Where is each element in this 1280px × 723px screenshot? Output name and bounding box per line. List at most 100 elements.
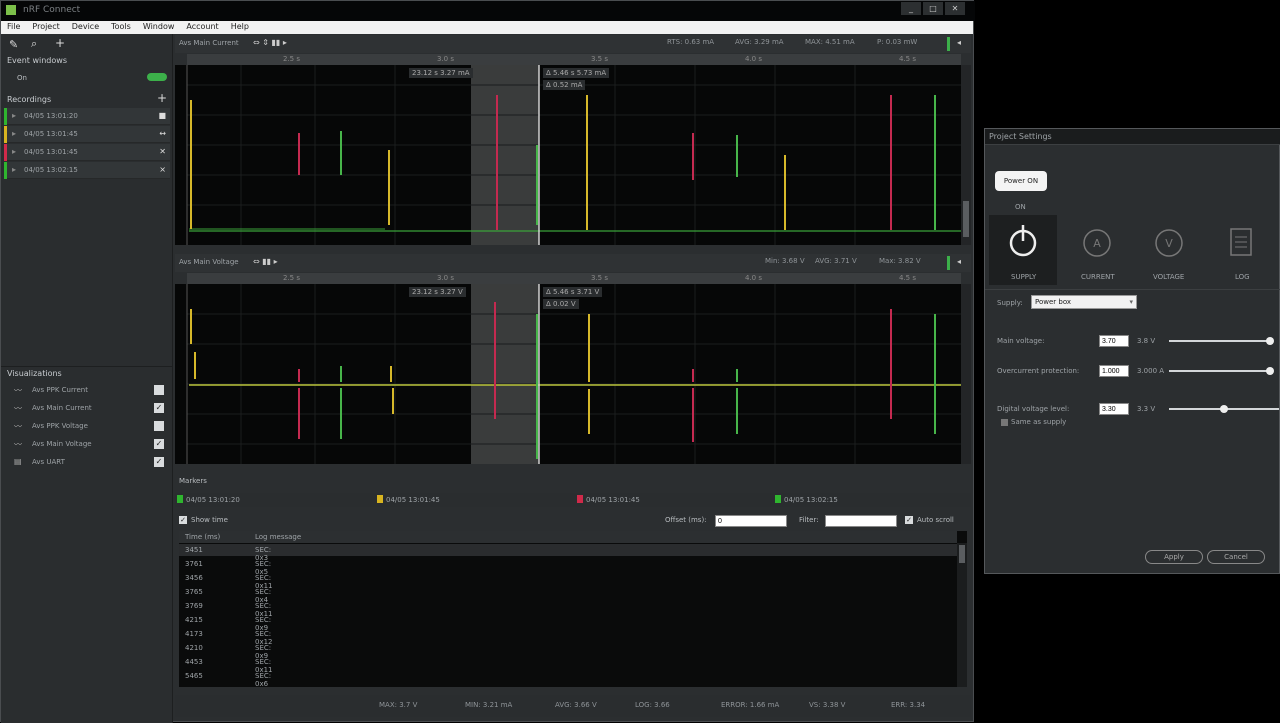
overcurrent-slider[interactable] [1169,370,1271,372]
log-row[interactable]: 4210 SEC: 0x9 [185,644,271,660]
current-plot[interactable]: 23.12 s 3.27 mA Δ 5.46 s 5.73 mA Δ 0.52 … [175,65,961,245]
digital-voltage-knob[interactable] [1220,405,1228,413]
add-recording-icon[interactable]: + [157,91,167,105]
recording-tab[interactable]: 04/05 13:01:45 [377,495,440,504]
mode-voltage[interactable]: V VOLTAGE [1135,215,1203,285]
left-panel: ✎ ⌕ + Event windows On Recordings + ▸ 04/… [1,34,173,723]
log-row[interactable]: 3456 SEC: 0x11 [185,574,273,590]
crosshair-icon[interactable]: + [55,36,65,50]
visualization-checkbox[interactable] [154,385,164,395]
expand-icon[interactable]: ▸ [12,111,16,120]
plot1-scrollbar[interactable] [961,65,971,245]
mode-supply[interactable]: SUPPLY [989,215,1057,285]
zoom-controls-icon[interactable]: ⇔ ▮▮ ▸ [253,257,278,266]
apply-button[interactable]: Apply [1145,550,1203,564]
menu-account[interactable]: Account [180,21,224,31]
collapse-icon[interactable]: ◂ [957,257,961,266]
visualization-row[interactable]: 〰 Avs Main Current ✓ [4,400,170,417]
recording-label: 04/05 13:02:15 [24,166,78,174]
menu-tools[interactable]: Tools [105,21,137,31]
log-row[interactable]: 3765 SEC: 0x4 [185,588,271,604]
menu-window[interactable]: Window [137,21,181,31]
same-as-supply-checkbox[interactable] [1001,419,1008,426]
recording-tab[interactable]: 04/05 13:01:20 [177,495,240,504]
menu-file[interactable]: File [1,21,26,31]
recording-row[interactable]: ▸ 04/05 13:02:15 × [4,162,170,179]
filter-input[interactable] [825,515,897,527]
visualization-row[interactable]: 〰 Avs Main Voltage ✓ [4,436,170,453]
minimize-button[interactable]: _ [901,2,921,15]
status-item: LOG: 3.66 [635,701,670,709]
visualization-row[interactable]: ▤ Avs UART ✓ [4,454,170,471]
log-row[interactable]: 4215 SEC: 0x9 [185,616,271,632]
recording-row[interactable]: ▸ 04/05 13:01:45 ↔ [4,126,170,143]
mode-label: SUPPLY [1011,273,1037,281]
mode-current[interactable]: A CURRENT [1063,215,1131,285]
auto-scroll-checkbox[interactable]: ✓ [905,516,913,524]
main-voltage-knob[interactable] [1266,337,1274,345]
zoom-controls-icon[interactable]: ⇔ ⇕ ▮▮ ▸ [253,38,287,47]
maximize-button[interactable]: □ [923,2,943,15]
recording-row[interactable]: ▸ 04/05 13:01:45 ✕ [4,144,170,161]
recording-action-icon[interactable]: ■ [158,111,166,120]
log-row[interactable]: 4453 SEC: 0x11 [185,658,273,674]
recording-tab[interactable]: 04/05 13:01:45 [577,495,640,504]
log-toolbar: ✓ Show time Offset (ms): Filter: ✓ Auto … [175,513,971,531]
recording-color [4,126,7,143]
overcurrent-knob[interactable] [1266,367,1274,375]
power-on-button[interactable]: Power ON [995,171,1047,191]
expand-icon[interactable]: ▸ [12,147,16,156]
recording-label: 04/05 13:01:20 [24,112,78,120]
log-row[interactable]: 3761 SEC: 0x5 [185,560,271,576]
mode-log[interactable]: LOG [1207,215,1275,285]
ruler-tick: 4.5 s [899,274,917,282]
expand-icon[interactable]: ▸ [12,129,16,138]
expand-icon[interactable]: ▸ [12,165,16,174]
recording-action-icon[interactable]: ✕ [159,147,166,156]
visualization-row[interactable]: 〰 Avs PPK Current [4,382,170,399]
line-chart-icon: 〰 [14,440,22,449]
menu-device[interactable]: Device [66,21,105,31]
cancel-button[interactable]: Cancel [1207,550,1265,564]
visualizations-header: Visualizations [7,369,62,378]
visualization-row[interactable]: 〰 Avs PPK Voltage [4,418,170,435]
visualization-checkbox[interactable]: ✓ [154,439,164,449]
offset-input[interactable] [715,515,787,527]
tab-caption: ON [1015,203,1026,211]
recording-color [4,108,7,125]
dialog-title: Project Settings [989,132,1052,141]
recording-action-icon[interactable]: ↔ [159,129,166,138]
menu-project[interactable]: Project [26,21,65,31]
digital-voltage-input[interactable] [1099,403,1129,415]
log-row[interactable]: 3451 SEC: 0x3 [185,546,271,562]
visualization-checkbox[interactable] [154,421,164,431]
log-row[interactable]: 4173 SEC: 0x12 [185,630,273,646]
ruler-tick: 3.0 s [437,274,455,282]
show-time-checkbox[interactable]: ✓ [179,516,187,524]
plot-stat: Max: 3.82 V [879,257,921,265]
voltage-plot[interactable]: 23.12 s 3.27 V Δ 5.46 s 3.71 V Δ 0.02 V [175,284,961,464]
main-voltage-input[interactable] [1099,335,1129,347]
visualization-checkbox[interactable]: ✓ [154,457,164,467]
overcurrent-unit: 3.000 A [1137,367,1165,375]
line-chart-icon: 〰 [14,422,22,431]
zoom-icon[interactable]: ⌕ [31,37,37,51]
log-scrollbar[interactable] [957,543,967,687]
recording-row[interactable]: ▸ 04/05 13:01:20 ■ [4,108,170,125]
visualization-checkbox[interactable]: ✓ [154,403,164,413]
recording-tab[interactable]: 04/05 13:02:15 [775,495,838,504]
recording-action-icon[interactable]: × [159,165,166,174]
column-header-message[interactable]: Log message [255,533,301,541]
menu-help[interactable]: Help [225,21,255,31]
event-toggle[interactable] [147,73,167,81]
main-voltage-slider[interactable] [1169,340,1271,342]
wand-icon[interactable]: ✎ [9,38,18,51]
log-row[interactable]: 3769 SEC: 0x11 [185,602,273,618]
plot2-scrollbar[interactable] [961,284,971,464]
column-header-time[interactable]: Time (ms) [185,533,220,541]
collapse-icon[interactable]: ◂ [957,38,961,47]
supply-select[interactable]: Power box ▾ [1031,295,1137,309]
log-row[interactable]: 5465 SEC: 0x6 [185,672,271,688]
close-button[interactable]: ✕ [945,2,965,15]
overcurrent-input[interactable] [1099,365,1129,377]
